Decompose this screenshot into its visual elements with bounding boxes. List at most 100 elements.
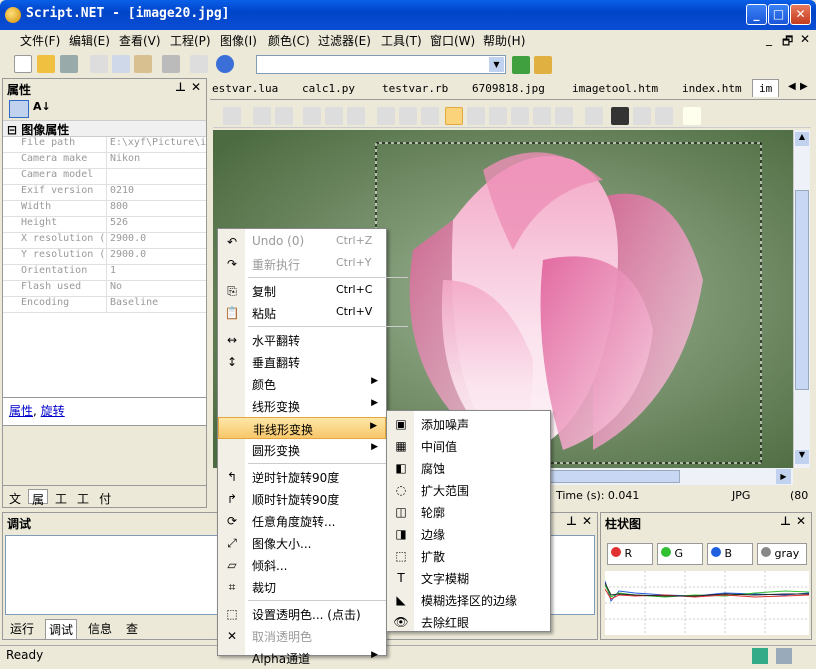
bookmark-icon[interactable] bbox=[190, 55, 208, 73]
undo-icon[interactable] bbox=[253, 107, 271, 125]
tab-info[interactable]: 信息 bbox=[85, 619, 115, 640]
tab-index-htm[interactable]: index.htm bbox=[682, 82, 742, 95]
new-item-icon[interactable] bbox=[534, 56, 552, 74]
close-button[interactable]: ✕ bbox=[790, 4, 811, 25]
mdi-close-button[interactable]: ✕ bbox=[800, 32, 810, 48]
property-row[interactable]: Flash used No bbox=[3, 281, 206, 297]
new-file-icon[interactable] bbox=[14, 55, 32, 73]
property-value[interactable]: 0210 bbox=[107, 185, 134, 200]
menu-filter[interactable]: 过滤器(E) bbox=[318, 32, 371, 48]
submenu-diffuse[interactable]: ⬚ 扩散 bbox=[387, 545, 550, 567]
hand-tool-icon[interactable] bbox=[445, 107, 463, 125]
tab-6709818-jpg[interactable]: 6709818.jpg bbox=[472, 82, 545, 95]
property-row[interactable]: X resolution (2900.0 bbox=[3, 233, 206, 249]
refresh-icon[interactable] bbox=[512, 56, 530, 74]
toolbar-combobox[interactable]: ▼ bbox=[256, 55, 506, 74]
menu-image[interactable]: 图像(I) bbox=[220, 32, 257, 48]
actual-size-icon[interactable] bbox=[325, 107, 343, 125]
vscroll-thumb[interactable] bbox=[795, 190, 809, 390]
tab-tools-2[interactable]: 工 bbox=[74, 489, 92, 506]
menu-color[interactable]: 颜色(C) bbox=[268, 32, 310, 48]
property-value[interactable]: 2900.0 bbox=[107, 249, 146, 264]
lasso-icon[interactable] bbox=[467, 107, 485, 125]
tab-properties[interactable]: 属 bbox=[28, 489, 49, 507]
menu-help[interactable]: 帮助(H) bbox=[483, 32, 525, 48]
open-folder-icon[interactable] bbox=[37, 55, 55, 73]
scroll-up-icon[interactable]: ▲ bbox=[795, 132, 809, 146]
context_menu-resize[interactable]: ⤢ 图像大小... bbox=[218, 532, 386, 554]
channel-r-button[interactable]: R bbox=[607, 543, 653, 565]
vertical-scrollbar[interactable]: ▲ ▼ bbox=[793, 130, 810, 468]
play-icon[interactable] bbox=[377, 107, 395, 125]
property-value[interactable]: E:\xyf\Picture\i bbox=[107, 137, 206, 152]
pin-icon[interactable]: ⊥ bbox=[175, 80, 186, 94]
link-rotate[interactable]: 旋转 bbox=[41, 404, 65, 418]
menu-window[interactable]: 窗口(W) bbox=[430, 32, 475, 48]
channel-b-button[interactable]: B bbox=[707, 543, 753, 565]
zoom-in-icon[interactable] bbox=[303, 107, 321, 125]
tab-image20-jpg[interactable]: im bbox=[752, 79, 780, 97]
submenu-red-eye[interactable]: 👁 去除红眼 bbox=[387, 611, 550, 633]
tab-tools-1[interactable]: 工 bbox=[52, 489, 70, 506]
panel-close-icon[interactable]: ✕ bbox=[191, 80, 201, 94]
property-row[interactable]: Exif version 0210 bbox=[3, 185, 206, 201]
submenu-contour[interactable]: ◫ 轮廓 bbox=[387, 501, 550, 523]
property-value[interactable]: No bbox=[107, 281, 122, 296]
pin-icon[interactable]: ⊥ bbox=[566, 514, 577, 528]
tab-calc1-py[interactable]: calc1.py bbox=[302, 82, 355, 95]
mdi-restore-button[interactable]: 🗗 bbox=[782, 32, 793, 48]
context_menu-copy[interactable]: ⎘ 复制 Ctrl+C bbox=[218, 280, 386, 302]
scroll-down-icon[interactable]: ▼ bbox=[795, 450, 809, 464]
filter-icon[interactable] bbox=[223, 107, 241, 125]
channel-g-button[interactable]: G bbox=[657, 543, 703, 565]
tab-testvar-lua[interactable]: estvar.lua bbox=[212, 82, 278, 95]
submenu-edge[interactable]: ◨ 边缘 bbox=[387, 523, 550, 545]
menu-tools[interactable]: 工具(T) bbox=[381, 32, 422, 48]
cut-icon[interactable] bbox=[90, 55, 108, 73]
minimize-button[interactable]: _ bbox=[746, 4, 767, 25]
help-icon[interactable] bbox=[216, 55, 234, 73]
submenu-text-blur[interactable]: T 文字模糊 bbox=[387, 567, 550, 589]
context_menu-crop[interactable]: ⌗ 裁切 bbox=[218, 576, 386, 598]
property-row[interactable]: Camera model bbox=[3, 169, 206, 185]
context_menu-cancel-transparent[interactable]: ✕ 取消透明色 bbox=[218, 625, 386, 647]
tab-file[interactable]: 文 bbox=[6, 489, 24, 506]
rect-select-icon[interactable] bbox=[489, 107, 507, 125]
property-row[interactable]: Encoding Baseline bbox=[3, 297, 206, 313]
tab-debug[interactable]: 调试 bbox=[45, 619, 78, 640]
property-row[interactable]: Width 800 bbox=[3, 201, 206, 217]
help-icon[interactable] bbox=[683, 107, 701, 125]
submenu-noise[interactable]: ▣ 添加噪声 bbox=[387, 413, 550, 435]
property-row[interactable]: File path E:\xyf\Picture\i bbox=[3, 137, 206, 153]
property-value[interactable]: 800 bbox=[107, 201, 128, 216]
property-value[interactable] bbox=[107, 169, 110, 184]
tab-scroll-right-icon[interactable]: ▶ bbox=[800, 81, 808, 92]
tab-imagetool-htm[interactable]: imagetool.htm bbox=[572, 82, 658, 95]
property-value[interactable]: Baseline bbox=[107, 297, 158, 312]
context_menu-transparent[interactable]: ⬚ 设置透明色... (点击) bbox=[218, 603, 386, 625]
property-row[interactable]: Camera make Nikon bbox=[3, 153, 206, 169]
mdi-minimize-button[interactable]: _ bbox=[766, 32, 772, 48]
panel-close-icon[interactable]: ✕ bbox=[796, 514, 806, 528]
tab-run[interactable]: 运行 bbox=[7, 619, 37, 640]
context_menu-menu-item-10[interactable]: 非线形变换 ▶ bbox=[218, 417, 386, 439]
text-tool-icon[interactable] bbox=[533, 107, 551, 125]
context_menu-flip-vertical[interactable]: ↕ 垂直翻转 bbox=[218, 351, 386, 373]
redo-icon[interactable] bbox=[275, 107, 293, 125]
context_menu-rotate-ccw[interactable]: ↰ 逆时针旋转90度 bbox=[218, 466, 386, 488]
context_menu-menu-item-8[interactable]: 颜色 ▶ bbox=[218, 373, 386, 395]
grid-icon[interactable] bbox=[633, 107, 651, 125]
maximize-button[interactable]: □ bbox=[768, 4, 789, 25]
pin-icon[interactable]: ⊥ bbox=[780, 514, 791, 528]
save-icon[interactable] bbox=[60, 55, 78, 73]
context_menu-paste[interactable]: 📋 粘贴 Ctrl+V bbox=[218, 302, 386, 324]
context_menu-rotate-cw[interactable]: ↱ 顺时针旋转90度 bbox=[218, 488, 386, 510]
property-value[interactable]: Nikon bbox=[107, 153, 140, 168]
context_menu-undo[interactable]: ↶ Undo (0) Ctrl+Z bbox=[218, 231, 386, 253]
channel-gray-button[interactable]: gray bbox=[757, 543, 807, 565]
property-value[interactable]: 526 bbox=[107, 217, 128, 232]
zoom-out-icon[interactable] bbox=[347, 107, 365, 125]
next-page-icon[interactable] bbox=[421, 107, 439, 125]
panel-close-icon[interactable]: ✕ bbox=[582, 514, 592, 528]
context_menu-menu-item-11[interactable]: 圆形变换 ▶ bbox=[218, 439, 386, 461]
